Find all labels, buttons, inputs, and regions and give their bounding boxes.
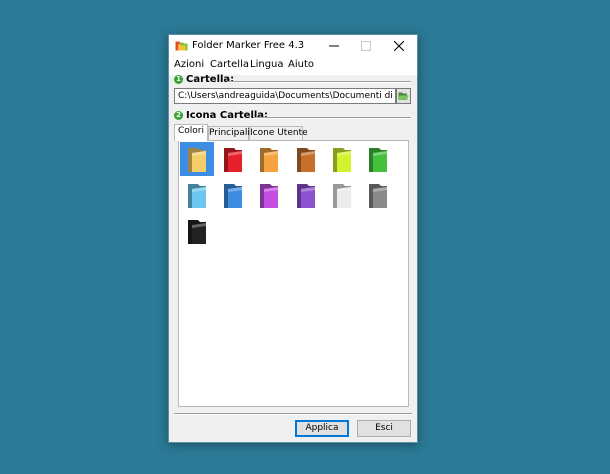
menu-lingua[interactable]: Lingua (250, 59, 284, 70)
folder-color-light-blue[interactable] (180, 178, 214, 212)
folder-gray-icon (369, 184, 387, 208)
step-2-badge: 2 (174, 111, 183, 120)
folder-color-gray[interactable] (361, 178, 395, 212)
folder-green-icon (369, 148, 387, 172)
icon-folder-label: Icona Cartella: (186, 110, 269, 121)
folder-blue-icon (224, 184, 243, 208)
folder-orange-icon (260, 148, 279, 172)
folder-brown-icon (296, 148, 315, 172)
maximize-button[interactable] (349, 35, 383, 57)
folder-color-green[interactable] (361, 142, 395, 176)
folder-magenta-icon (260, 184, 279, 208)
menu-cartella[interactable]: Cartella (210, 59, 249, 70)
window-title: Folder Marker Free 4.3 (192, 40, 305, 51)
folder-section-label: 1 Cartella: (174, 74, 234, 85)
maximize-icon (361, 41, 371, 51)
title-bar[interactable]: Folder Marker Free 4.3 (169, 35, 417, 57)
apply-button[interactable]: Applica (295, 420, 349, 437)
folder-path-field[interactable]: C:\Users\andreaguida\Documents\Documenti… (174, 88, 396, 104)
folder-color-orange[interactable] (252, 142, 286, 176)
open-folder-icon (398, 92, 409, 100)
folder-label: Cartella: (186, 74, 235, 85)
folder-purple-icon (296, 184, 315, 208)
folder-marker-app-icon (175, 40, 188, 51)
close-icon (394, 41, 404, 51)
folder-color-red[interactable] (216, 142, 250, 176)
folder-color-purple[interactable] (289, 178, 323, 212)
folder-color-white[interactable] (325, 178, 359, 212)
folder-color-magenta[interactable] (252, 178, 286, 212)
menu-aiuto[interactable]: Aiuto (288, 59, 314, 70)
minimize-button[interactable] (317, 35, 351, 57)
folder-color-black[interactable] (180, 214, 214, 248)
exit-button[interactable]: Esci (357, 420, 411, 437)
tab-icone-utente[interactable]: Icone Utente (249, 126, 308, 140)
folder-color-brown[interactable] (289, 142, 323, 176)
folder-black-icon (188, 220, 206, 244)
menu-bar: Azioni Cartella Lingua Aiuto (169, 57, 417, 75)
bottom-divider (174, 413, 412, 415)
folder-color-yellow[interactable] (180, 142, 214, 176)
browse-folder-button[interactable] (396, 88, 411, 104)
step-1-badge: 1 (174, 75, 183, 84)
folder-lime-icon (332, 148, 351, 172)
folder-color-lime[interactable] (325, 142, 359, 176)
folder-section-divider (227, 81, 411, 83)
app-window: Folder Marker Free 4.3 Azioni Cartella L… (168, 34, 418, 443)
minimize-icon (329, 45, 339, 47)
folder-color-blue[interactable] (216, 178, 250, 212)
folder-yellow-icon (188, 148, 206, 172)
tab-principali[interactable]: Principali (208, 126, 250, 140)
close-button[interactable] (382, 35, 416, 57)
folder-white-icon (332, 184, 351, 208)
icon-section-divider (253, 117, 411, 119)
icon-section-label: 2 Icona Cartella: (174, 110, 268, 121)
tab-colori[interactable]: Colori (174, 124, 208, 141)
menu-azioni[interactable]: Azioni (174, 59, 204, 70)
folder-color-grid (178, 140, 409, 407)
folder-light-blue-icon (188, 184, 206, 208)
folder-red-icon (224, 148, 243, 172)
